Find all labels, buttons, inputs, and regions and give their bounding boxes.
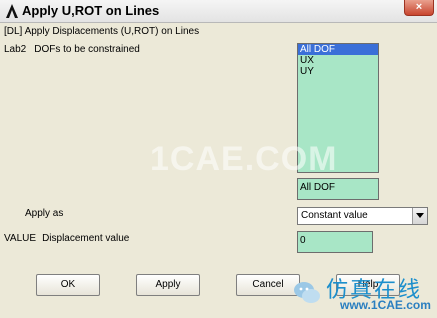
wechat-logo-icon: [294, 282, 320, 303]
title-bar: Apply U,ROT on Lines ×: [0, 0, 437, 23]
brand-url-text: www.1CAE.com: [340, 298, 431, 312]
value-description: Displacement value: [42, 233, 130, 244]
dof-option-ux[interactable]: UX: [298, 55, 378, 66]
watermark-text: 1CAE.COM: [150, 140, 338, 178]
dof-option-all-dof[interactable]: All DOF: [298, 44, 378, 55]
close-icon: ×: [415, 1, 423, 13]
cancel-button[interactable]: Cancel: [236, 274, 300, 296]
command-header: [DL] Apply Displacements (U,ROT) on Line…: [4, 26, 200, 37]
window-title: Apply U,ROT on Lines: [22, 3, 160, 18]
ansys-logo-icon: [6, 4, 18, 18]
displacement-value-input[interactable]: 0: [297, 231, 373, 253]
apply-as-dropdown[interactable]: Constant value: [297, 207, 428, 225]
value-label-row: VALUE Displacement value: [4, 233, 129, 244]
dof-option-uy[interactable]: UY: [298, 66, 378, 77]
dof-selected-field[interactable]: All DOF: [297, 178, 379, 200]
lab2-key: Lab2: [4, 44, 27, 55]
value-key: VALUE: [4, 233, 37, 244]
ok-button[interactable]: OK: [36, 274, 100, 296]
apply-as-value: Constant value: [301, 210, 368, 221]
apply-as-label: Apply as: [25, 208, 64, 219]
chevron-down-icon: [416, 213, 424, 218]
apply-button[interactable]: Apply: [136, 274, 200, 296]
lab2-description: DOFs to be constrained: [34, 44, 140, 55]
lab2-label-row: Lab2 DOFs to be constrained: [4, 44, 140, 55]
brand-watermark: 仿真在线 www.1CAE.com: [292, 270, 437, 318]
close-button[interactable]: ×: [404, 0, 434, 16]
dropdown-arrow-button[interactable]: [412, 208, 427, 224]
